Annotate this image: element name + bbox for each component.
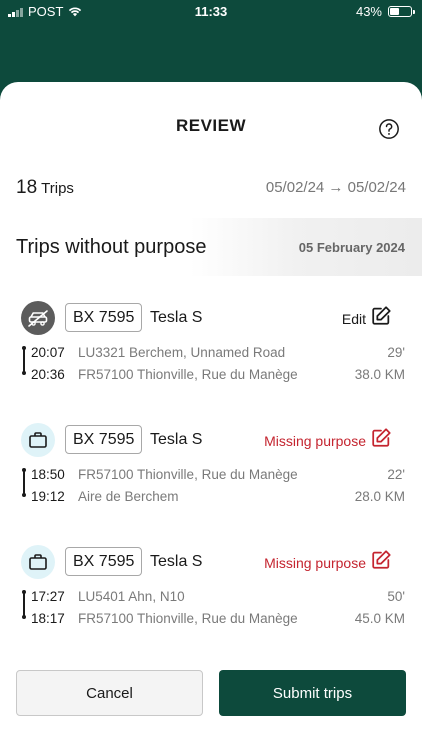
trip-duration: 50' [387, 589, 405, 604]
end-time: 19:12 [31, 489, 65, 504]
trip-distance: 45.0 KM [354, 611, 405, 626]
section-date: 05 February 2024 [298, 240, 405, 255]
trip-start-row: 18:50 FR57100 Thionville, Rue du Manège … [31, 467, 405, 485]
start-address: LU5401 Ahn, N10 [78, 589, 185, 604]
trip-start-row: 17:27 LU5401 Ahn, N10 50' [31, 589, 405, 607]
edit-link[interactable]: Edit [342, 311, 366, 327]
edit-icon[interactable] [370, 427, 392, 449]
section-title: Trips without purpose [16, 236, 207, 258]
trip-timeline [22, 468, 26, 498]
help-circle-icon[interactable] [378, 118, 400, 140]
license-plate: BX 7595 [65, 425, 143, 454]
briefcase-icon [21, 545, 55, 579]
sheet-title: REVIEW [175, 116, 247, 135]
review-sheet: REVIEW 18 Trips 05/02/24 → 05/02/24 Trips… [0, 82, 422, 750]
missing-purpose-link[interactable]: Missing purpose [264, 433, 366, 449]
trip-end-row: 20:36 FR57100 Thionville, Rue du Manège … [31, 367, 405, 385]
cancel-button[interactable]: Cancel [16, 670, 203, 716]
start-address: FR57100 Thionville, Rue du Manège [78, 467, 298, 482]
trip-item[interactable]: BX 7595 Tesla S Missing purpose 18:50 FR… [0, 423, 422, 523]
end-address: FR57100 Thionville, Rue du Manège [78, 367, 298, 382]
trip-duration: 22' [387, 467, 405, 482]
start-address: LU3321 Berchem, Unnamed Road [78, 345, 286, 360]
start-time: 20:07 [31, 345, 65, 360]
missing-purpose-link[interactable]: Missing purpose [264, 555, 366, 571]
trip-timeline [22, 346, 26, 376]
status-bar: POST 11:33 43% [0, 0, 422, 24]
end-time: 18:17 [31, 611, 65, 626]
car-icon [21, 301, 55, 335]
date-range: 05/02/24 → 05/02/24 [265, 179, 406, 196]
start-time: 18:50 [31, 467, 65, 482]
section-header: Trips without purpose 05 February 2024 [0, 218, 422, 276]
briefcase-icon [21, 423, 55, 457]
edit-icon[interactable] [370, 305, 392, 327]
license-plate: BX 7595 [65, 303, 143, 332]
trip-duration: 29' [387, 345, 405, 360]
car-model: Tesla S [150, 431, 203, 448]
trip-timeline [22, 590, 26, 620]
trips-count-label: Trips [41, 180, 74, 197]
status-bar-right: 43% [355, 4, 415, 19]
end-time: 20:36 [31, 367, 65, 382]
car-model: Tesla S [150, 553, 203, 570]
edit-icon[interactable] [370, 549, 392, 571]
end-address: FR57100 Thionville, Rue du Manège [78, 611, 298, 626]
license-plate: BX 7595 [65, 547, 143, 576]
trip-end-row: 19:12 Aire de Berchem 28.0 KM [31, 489, 405, 507]
end-address: Aire de Berchem [78, 489, 179, 504]
trip-item[interactable]: BX 7595 Tesla S Edit 20:07 LU3321 Berche… [0, 301, 422, 401]
battery-percent: 43% [355, 4, 382, 19]
trip-item[interactable]: BX 7595 Tesla S Missing purpose 17:27 LU… [0, 545, 422, 645]
trip-end-row: 18:17 FR57100 Thionville, Rue du Manège … [31, 611, 405, 629]
car-model: Tesla S [150, 309, 203, 326]
trips-summary: 18 Trips 05/02/24 → 05/02/24 [16, 177, 406, 201]
submit-trips-button[interactable]: Submit trips [219, 670, 406, 716]
trip-distance: 28.0 KM [354, 489, 405, 504]
start-time: 17:27 [31, 589, 65, 604]
trips-count-number: 18 [16, 177, 38, 198]
trips-count: 18 Trips [16, 177, 74, 199]
trip-start-row: 20:07 LU3321 Berchem, Unnamed Road 29' [31, 345, 405, 363]
trip-distance: 38.0 KM [354, 367, 405, 382]
battery-icon [388, 6, 415, 17]
